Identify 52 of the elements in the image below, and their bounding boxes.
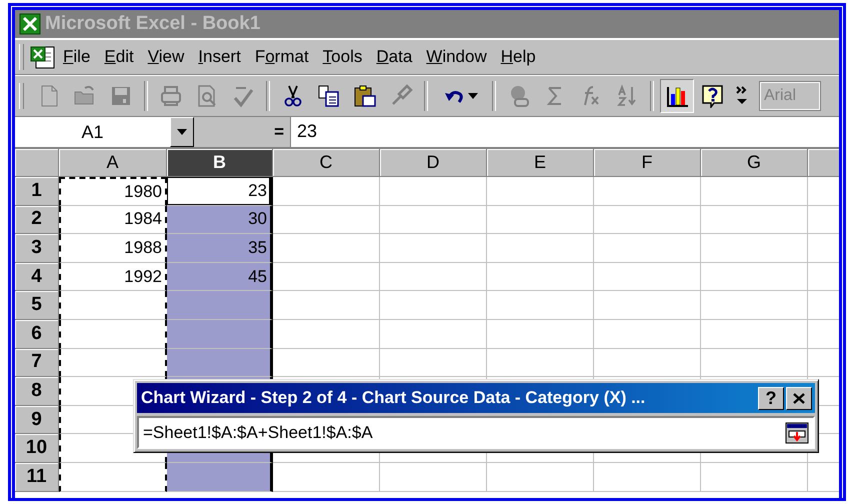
row-header[interactable]: 1: [15, 177, 59, 206]
range-field[interactable]: =Sheet1!$A:$A+Sheet1!$A:$A: [137, 416, 815, 449]
table-cell: 45: [167, 262, 273, 292]
dropdown-button[interactable]: [170, 117, 194, 147]
column-header[interactable]: B: [167, 149, 273, 177]
table-cell: 30: [167, 206, 273, 234]
menu-item[interactable]: View: [140, 45, 192, 69]
window-title: Microsoft Excel - Book1: [45, 13, 260, 35]
clipboard-icon[interactable]: [353, 84, 377, 108]
caret-icon[interactable]: [468, 93, 478, 99]
menu-item[interactable]: Format: [248, 45, 316, 69]
menu-item[interactable]: Tools: [316, 45, 370, 69]
menu-item[interactable]: Help: [494, 45, 543, 69]
question-bubble-icon[interactable]: [701, 84, 725, 108]
menu-item[interactable]: Insert: [191, 45, 248, 69]
dialog-title: Chart Wizard - Step 2 of 4 - Chart Source Data - Category (X) ...: [141, 388, 646, 408]
row-header[interactable]: 5: [15, 291, 59, 320]
chart-wizard-button[interactable]: [660, 79, 694, 113]
column-header[interactable]: C: [273, 149, 380, 177]
document-icon[interactable]: [30, 45, 56, 69]
equals-sign: =: [273, 121, 285, 143]
row-header[interactable]: 7: [15, 348, 59, 378]
column-header[interactable]: F: [594, 149, 701, 177]
menu-item[interactable]: Data: [369, 45, 420, 69]
formula-field[interactable]: 23: [290, 117, 839, 147]
menu-item[interactable]: File: [56, 45, 98, 69]
column-header[interactable]: G: [701, 149, 808, 177]
table-cell: 35: [167, 234, 273, 263]
name-box[interactable]: A1: [15, 117, 170, 147]
menu-item[interactable]: Window: [419, 45, 494, 69]
column-header[interactable]: D: [380, 149, 487, 177]
row-header[interactable]: 9: [15, 406, 59, 434]
menu-item[interactable]: Edit: [97, 45, 141, 69]
column-header[interactable]: [808, 149, 839, 177]
copy-icon[interactable]: [317, 84, 341, 108]
column-header[interactable]: A: [59, 149, 167, 177]
spreadsheet-icon: [19, 13, 41, 35]
table-cell: 1980: [59, 177, 167, 206]
caret-icon: [177, 129, 187, 135]
row-header[interactable]: 11: [15, 462, 59, 492]
row-header[interactable]: 4: [15, 262, 59, 292]
row-header[interactable]: 8: [15, 377, 59, 406]
row-header[interactable]: 10: [15, 434, 59, 463]
row-header[interactable]: 2: [15, 206, 59, 234]
help-button[interactable]: ?: [758, 386, 784, 410]
row-header[interactable]: 3: [15, 234, 59, 263]
column-header[interactable]: E: [487, 149, 594, 177]
close-button[interactable]: [786, 386, 812, 410]
select-all-button[interactable]: [15, 149, 59, 177]
row-header[interactable]: 6: [15, 320, 59, 349]
expand-dialog-icon[interactable]: [785, 422, 809, 444]
close-icon: [793, 392, 805, 404]
